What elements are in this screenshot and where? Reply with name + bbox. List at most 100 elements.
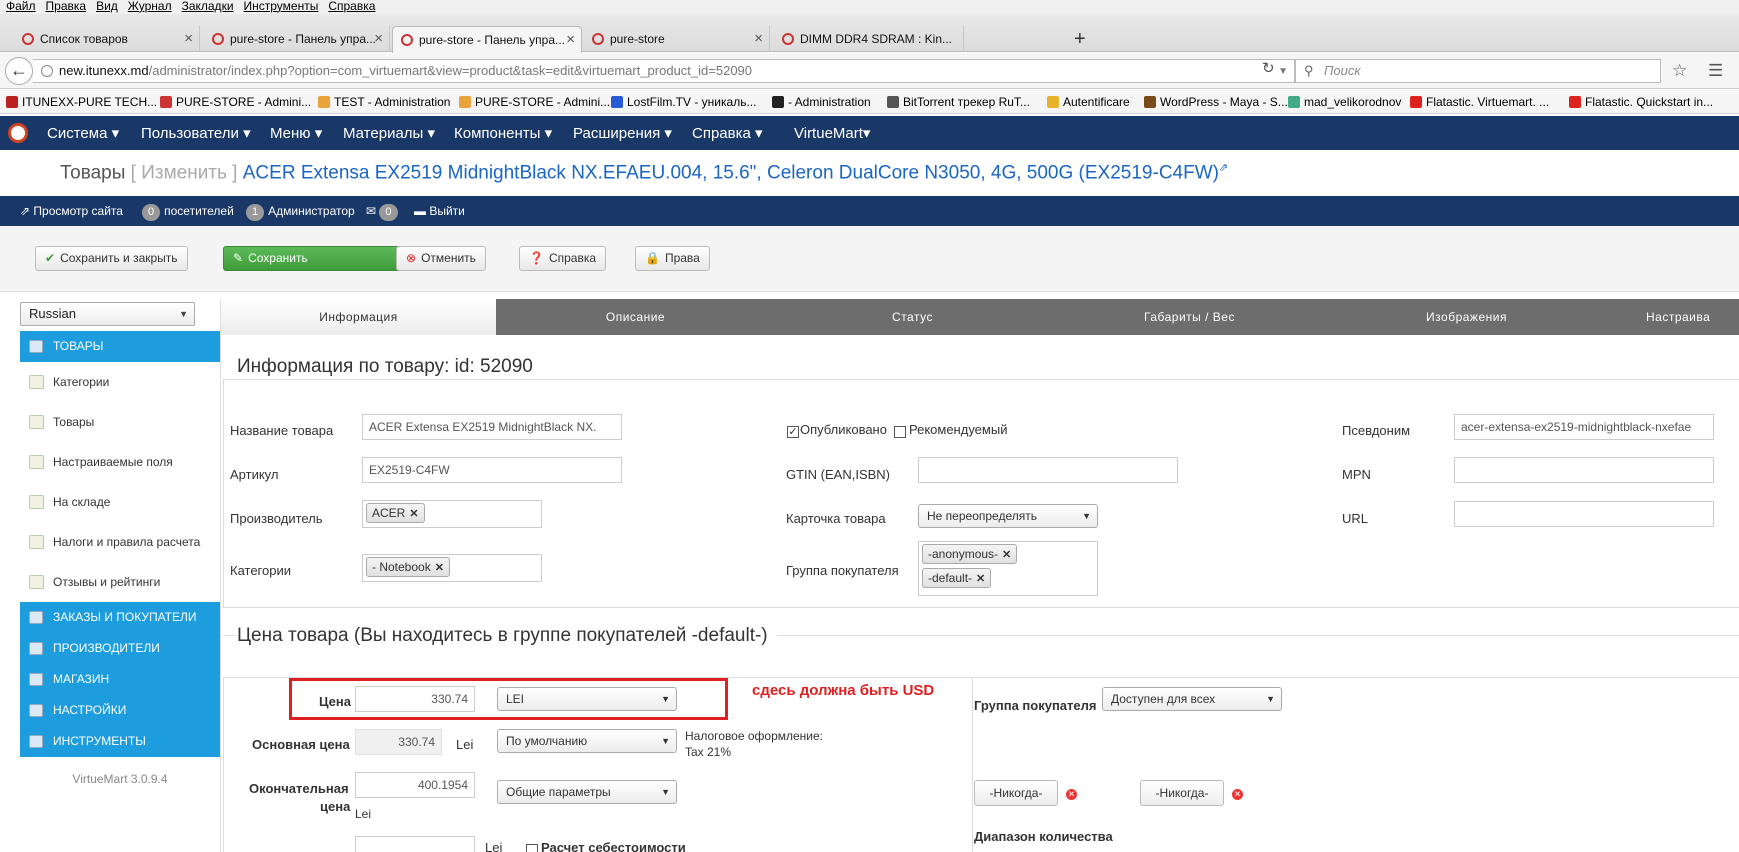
reload-icon[interactable]: ↻ [1262, 59, 1275, 77]
menu-help[interactable]: Справка [328, 0, 375, 13]
remove-icon[interactable]: ✕ [976, 573, 985, 585]
sidebar-section-tools[interactable]: ИНСТРУМЕНТЫ [20, 726, 220, 757]
messages-status[interactable]: ✉ 0 [366, 196, 402, 226]
admin-menu-extensions[interactable]: Расширения ▾ [573, 124, 672, 142]
bookmark-item[interactable]: TEST - Administration [316, 91, 450, 113]
bookmark-item[interactable]: Flatastic. Virtuemart. ... [1408, 91, 1549, 113]
bookmark-item[interactable]: PURE-STORE - Admini... [158, 91, 311, 113]
currency-select[interactable]: LEI ▼ [497, 687, 677, 711]
menu-file[interactable]: Файл [6, 0, 36, 13]
close-icon[interactable]: × [566, 31, 575, 48]
mpn-input[interactable] [1454, 457, 1714, 483]
menu-bookmarks[interactable]: Закладки [182, 0, 234, 13]
sidebar-section-orders[interactable]: ЗАКАЗЫ И ПОКУПАТЕЛИ [20, 602, 220, 633]
new-tab-button[interactable]: + [1074, 28, 1086, 51]
menu-tools[interactable]: Инструменты [244, 0, 319, 13]
bookmark-item[interactable]: Autentificare [1045, 91, 1130, 113]
cancel-button[interactable]: ⊗ Отменить [396, 246, 486, 271]
language-select[interactable]: Russian ▼ [20, 302, 195, 326]
date-from-button[interactable]: -Никогда- [974, 780, 1058, 806]
search-input[interactable]: ⚲ Поиск [1295, 59, 1661, 83]
external-link-icon[interactable]: ⇗ [1219, 162, 1228, 174]
admin-menu-help[interactable]: Справка ▾ [692, 124, 763, 142]
bookmark-item[interactable]: WordPress - Maya - S... [1142, 91, 1288, 113]
dropdown-arrow-icon[interactable]: ▼ [1278, 61, 1288, 83]
bookmark-item[interactable]: PURE-STORE - Admini... [457, 91, 610, 113]
bookmark-item[interactable]: LostFilm.TV - уникаль... [609, 91, 756, 113]
published-checkbox[interactable]: ✓ [787, 426, 799, 438]
gtin-input[interactable] [918, 457, 1178, 483]
browser-tab[interactable]: Список товаров × [14, 26, 200, 52]
joomla-logo-icon[interactable] [8, 123, 28, 143]
card-select[interactable]: Не переопределять ▼ [918, 504, 1098, 528]
sku-input[interactable]: EX2519-C4FW [362, 457, 622, 483]
bookmark-item[interactable]: mad_velikorodnov [1286, 91, 1401, 113]
alias-input[interactable]: acer-extensa-ex2519-midnightblack-nxefae [1454, 414, 1714, 440]
base-rule-select[interactable]: По умолчанию ▼ [497, 729, 677, 753]
back-button[interactable]: ← [5, 57, 33, 85]
browser-tab[interactable]: pure-store - Панель упра... × [204, 26, 390, 52]
tab-description[interactable]: Описание [498, 299, 773, 335]
admin-menu-system[interactable]: Система ▾ [47, 124, 119, 142]
remove-icon[interactable]: ✕ [435, 562, 444, 574]
product-name-input[interactable]: ACER Extensa EX2519 MidnightBlack NX. [362, 414, 622, 440]
save-close-button[interactable]: ✔ Сохранить и закрыть [35, 246, 188, 271]
sidebar-item-custom-fields[interactable]: Настраиваемые поля [20, 442, 220, 482]
menu-view[interactable]: Вид [96, 0, 118, 13]
sidebar-item-categories[interactable]: Категории [20, 362, 220, 402]
sidebar-section-shop[interactable]: МАГАЗИН [20, 664, 220, 695]
browser-tab-active[interactable]: pure-store - Панель упра... × [392, 26, 582, 53]
tab-images[interactable]: Изображения [1329, 299, 1604, 335]
remove-icon[interactable]: ✕ [409, 508, 418, 520]
tab-custom[interactable]: Настраива [1606, 299, 1739, 335]
sidebar-item-taxes[interactable]: Налоги и правила расчета [20, 522, 220, 562]
close-icon[interactable]: × [184, 30, 193, 47]
admin-menu-components[interactable]: Компоненты ▾ [454, 124, 552, 142]
title-product-link[interactable]: ACER Extensa EX2519 MidnightBlack NX.EFA… [243, 162, 1219, 183]
hamburger-menu-icon[interactable]: ☰ [1708, 61, 1723, 81]
featured-checkbox[interactable] [894, 426, 906, 438]
admin-menu-menus[interactable]: Меню ▾ [270, 124, 322, 142]
tab-dimensions[interactable]: Габариты / Вес [1052, 299, 1327, 335]
tab-information[interactable]: Информация [221, 299, 496, 335]
cost-price-input[interactable] [355, 836, 475, 852]
categories-select[interactable]: - Notebook ✕ [362, 554, 542, 582]
cost-calc-checkbox[interactable] [526, 844, 538, 852]
sidebar-header-products[interactable]: ТОВАРЫ [20, 331, 220, 362]
menu-edit[interactable]: Правка [46, 0, 87, 13]
browser-tab[interactable]: DIMM DDR4 SDRAM : Kin... [774, 26, 964, 52]
admin-menu-content[interactable]: Материалы ▾ [343, 124, 435, 142]
bookmark-item[interactable]: Flatastic. Quickstart in... [1567, 91, 1713, 113]
customer-group-select[interactable]: -anonymous- ✕ -default- ✕ [918, 541, 1098, 596]
rights-button[interactable]: 🔒 Права [635, 246, 710, 271]
manufacturer-select[interactable]: ACER ✕ [362, 500, 542, 528]
date-to-button[interactable]: -Никогда- [1140, 780, 1224, 806]
final-price-input[interactable]: 400.1954 [355, 772, 475, 798]
sidebar-item-products[interactable]: Товары [20, 402, 220, 442]
bookmark-star-icon[interactable]: ☆ [1672, 61, 1687, 81]
close-icon[interactable]: × [374, 30, 383, 47]
browser-tab[interactable]: pure-store × [584, 26, 770, 52]
final-rule-select[interactable]: Общие параметры ▼ [497, 780, 677, 804]
sidebar-item-reviews[interactable]: Отзывы и рейтинги [20, 562, 220, 602]
admin-menu-users[interactable]: Пользователи ▾ [141, 124, 251, 142]
admin-menu-virtuemart[interactable]: VirtueMart▾ [794, 124, 870, 142]
price-input[interactable]: 330.74 [355, 686, 475, 712]
sidebar-section-manufacturers[interactable]: ПРОИЗВОДИТЕЛИ [20, 633, 220, 664]
bookmark-item[interactable]: - Administration [770, 91, 871, 113]
clear-date-from-icon[interactable]: ✕ [1066, 789, 1077, 800]
clear-date-to-icon[interactable]: ✕ [1232, 789, 1243, 800]
sidebar-section-settings[interactable]: НАСТРОЙКИ [20, 695, 220, 726]
view-site-link[interactable]: ⇗ Просмотр сайта [20, 196, 123, 226]
save-button[interactable]: ✎ Сохранить [223, 246, 402, 271]
menu-history[interactable]: Журнал [128, 0, 172, 13]
bookmark-item[interactable]: ITUNEXX-PURE TECH... [4, 91, 157, 113]
help-button[interactable]: ❓ Справка [519, 246, 607, 271]
shopper-group-select[interactable]: Доступен для всех ▼ [1102, 687, 1282, 711]
close-icon[interactable]: × [754, 30, 763, 47]
url-input[interactable] [1454, 501, 1714, 527]
sidebar-item-inventory[interactable]: На складе [20, 482, 220, 522]
remove-icon[interactable]: ✕ [1002, 549, 1011, 561]
url-bar[interactable]: new.itunexx.md/administrator/index.php?o… [33, 59, 1295, 83]
bookmark-item[interactable]: BitTorrent трекер RuT... [885, 91, 1030, 113]
